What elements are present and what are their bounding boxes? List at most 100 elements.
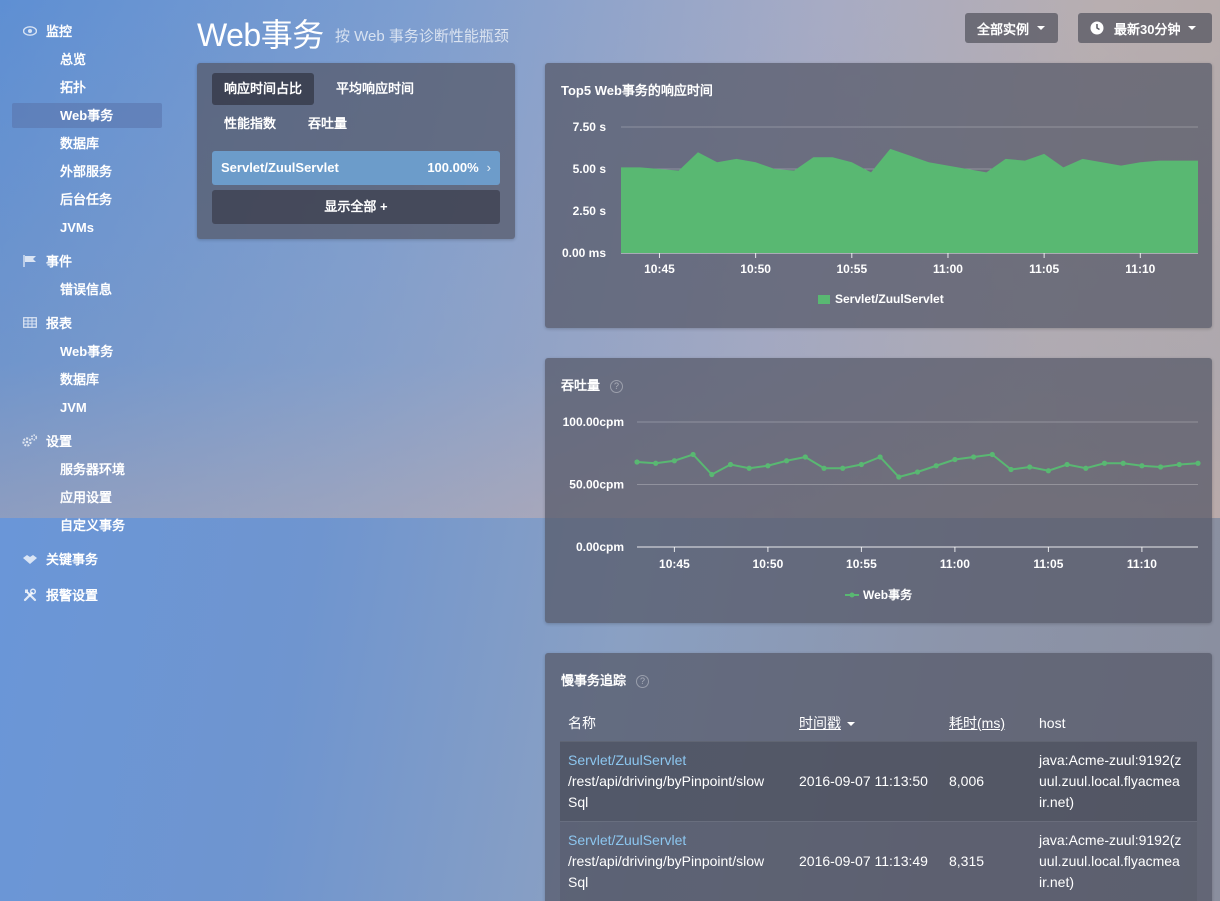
nav-group-label: 监控 xyxy=(46,24,73,39)
sort-caret-icon xyxy=(847,722,855,727)
transaction-path: /rest/api/driving/byPinpoint/slow xyxy=(568,852,765,869)
sidebar-item-server-env[interactable]: 服务器环境 xyxy=(12,457,162,482)
tab-avg-response[interactable]: 平均响应时间 xyxy=(324,73,426,105)
help-icon[interactable]: ? xyxy=(636,675,650,689)
clock-icon xyxy=(1090,21,1104,35)
nav-group-label: 设置 xyxy=(46,434,73,449)
x-tick-label: 10:45 xyxy=(644,262,675,276)
data-point xyxy=(765,463,771,469)
chevron-right-icon: › xyxy=(486,160,491,175)
host-line: java:Acme-zuul:9192(z xyxy=(1039,751,1182,768)
y-tick-label: 5.00 s xyxy=(573,162,607,176)
data-point xyxy=(914,469,921,475)
y-tick-label: 0.00 ms xyxy=(562,246,606,260)
time-range-label: 最新30分钟 xyxy=(1114,21,1181,37)
x-tick-label: 10:50 xyxy=(753,557,784,571)
time-range-dropdown[interactable]: 最新30分钟 xyxy=(1078,13,1212,43)
response-time-chart: 0.00 ms 2.50 s 5.00 s 7.50 s 10:45 10:50 10:55… xyxy=(562,120,1198,276)
page-subtitle: 按 Web 事务诊断性能瓶颈 xyxy=(335,28,509,45)
sidebar-item-report-database[interactable]: 数据库 xyxy=(12,367,162,392)
sidebar-item-database[interactable]: 数据库 xyxy=(12,131,162,156)
tab-response-share[interactable]: 响应时间占比 xyxy=(212,73,315,105)
transaction-name: Servlet/ZuulServlet xyxy=(221,160,339,175)
throughput-chart: 0.00cpm 50.00cpm 100.00cpm 10:45 10:50 10:55 1… xyxy=(563,415,1201,571)
legend-label: Web事务 xyxy=(863,588,913,602)
data-point xyxy=(1083,465,1089,471)
column-header-timestamp[interactable]: 时间戳 xyxy=(791,705,941,741)
sidebar-item-report-jvm[interactable]: JVM xyxy=(12,395,162,420)
nav-group-settings[interactable]: 设置 xyxy=(22,431,72,450)
data-point xyxy=(877,454,883,460)
column-header-host[interactable]: host xyxy=(1031,705,1197,741)
legend-label: Servlet/ZuulServlet xyxy=(835,292,944,306)
slow-transactions-panel: 慢事务追踪? 名称 时间戳 耗时(ms) host Servlet/ZuulSe… xyxy=(545,653,1212,901)
data-point xyxy=(671,458,677,464)
x-tick-label: 10:45 xyxy=(659,557,690,571)
nav-group-alert-settings[interactable]: 报警设置 xyxy=(22,585,98,604)
gear-icon xyxy=(22,433,38,448)
slow-transactions-table: 名称 时间戳 耗时(ms) host Servlet/ZuulServlet /… xyxy=(560,705,1197,901)
data-point xyxy=(709,471,715,478)
data-point xyxy=(634,459,640,465)
nav-group-label: 事件 xyxy=(46,254,73,269)
column-header-duration[interactable]: 耗时(ms) xyxy=(941,705,1031,741)
data-point xyxy=(952,456,958,463)
x-tick-label: 10:55 xyxy=(846,557,877,571)
tab-throughput[interactable]: 吞吐量 xyxy=(296,108,359,140)
sidebar-item-background-tasks[interactable]: 后台任务 xyxy=(12,187,162,212)
instances-dropdown-label: 全部实例 xyxy=(977,21,1030,37)
slow-panel-title: 慢事务追踪 xyxy=(561,673,627,688)
data-point xyxy=(840,465,846,471)
sidebar-item-app-settings[interactable]: 应用设置 xyxy=(12,485,162,510)
transactions-list-panel: 响应时间占比 平均响应时间 性能指数 吞吐量 Servlet/ZuulServl… xyxy=(197,63,515,239)
tab-apdex[interactable]: 性能指数 xyxy=(212,108,288,140)
transaction-path: /rest/api/driving/byPinpoint/slow xyxy=(568,772,765,789)
x-tick-label: 10:50 xyxy=(740,262,771,276)
data-point xyxy=(1139,463,1145,469)
sidebar-item-external-services[interactable]: 外部服务 xyxy=(12,159,162,184)
data-point xyxy=(933,463,939,469)
data-point xyxy=(1064,461,1070,468)
sidebar-item-errors[interactable]: 错误信息 xyxy=(12,277,162,302)
cell-name: Servlet/ZuulServlet /rest/api/driving/by… xyxy=(560,820,791,901)
data-point xyxy=(727,461,734,468)
sidebar-item-jvms[interactable]: JVMs xyxy=(12,215,162,240)
transaction-row[interactable]: Servlet/ZuulServlet 100.00% › xyxy=(212,151,500,185)
nav-group-reports[interactable]: 报表 xyxy=(22,313,72,332)
transaction-link[interactable]: Servlet/ZuulServlet xyxy=(568,830,783,851)
data-point xyxy=(690,451,696,458)
nav-group-label: 关键事务 xyxy=(46,552,99,567)
nav-group-monitor[interactable]: 监控 xyxy=(22,21,72,40)
data-point xyxy=(989,451,995,458)
table-row[interactable]: Servlet/ZuulServlet /rest/api/driving/by… xyxy=(560,740,1197,821)
cell-timestamp: 2016-09-07 11:13:49 xyxy=(791,820,941,901)
wrench-icon xyxy=(22,587,38,602)
host-line: ir.net) xyxy=(1039,793,1075,810)
instances-dropdown[interactable]: 全部实例 xyxy=(965,13,1058,43)
throughput-chart-legend[interactable]: Web事务 xyxy=(845,586,912,603)
sidebar-item-web-transactions[interactable]: Web事务 xyxy=(12,103,162,128)
eye-icon xyxy=(22,24,38,38)
response-chart-legend[interactable]: Servlet/ZuulServlet xyxy=(818,292,944,306)
sidebar-item-custom-transactions[interactable]: 自定义事务 xyxy=(12,513,162,538)
table-row[interactable]: Servlet/ZuulServlet /rest/api/driving/by… xyxy=(560,820,1197,901)
cell-host: java:Acme-zuul:9192(z uul.zuul.local.fly… xyxy=(1031,740,1197,821)
x-tick-label: 11:05 xyxy=(1033,557,1063,571)
sidebar-item-overview[interactable]: 总览 xyxy=(12,47,162,72)
nav-group-key-transactions[interactable]: 关键事务 xyxy=(22,549,98,568)
table-icon xyxy=(22,316,38,330)
flag-icon xyxy=(22,254,38,268)
data-point xyxy=(784,458,790,464)
slow-panel-title-wrap: 慢事务追踪? xyxy=(561,670,650,689)
nav-group-events[interactable]: 事件 xyxy=(22,251,72,270)
legend-line-swatch xyxy=(845,592,859,597)
data-point xyxy=(653,460,659,466)
show-all-button[interactable]: 显示全部 + xyxy=(212,190,500,224)
throughput-panel: 吞吐量? 0.00cpm 50.00cpm 100.00cpm 10:45 10:50 1… xyxy=(545,358,1212,623)
sidebar-item-report-web[interactable]: Web事务 xyxy=(12,339,162,364)
sidebar-item-topology[interactable]: 拓扑 xyxy=(12,75,162,100)
data-point xyxy=(1158,464,1164,470)
column-header-name[interactable]: 名称 xyxy=(560,705,791,741)
transaction-link[interactable]: Servlet/ZuulServlet xyxy=(568,750,783,771)
transaction-path-cont: Sql xyxy=(568,873,589,890)
